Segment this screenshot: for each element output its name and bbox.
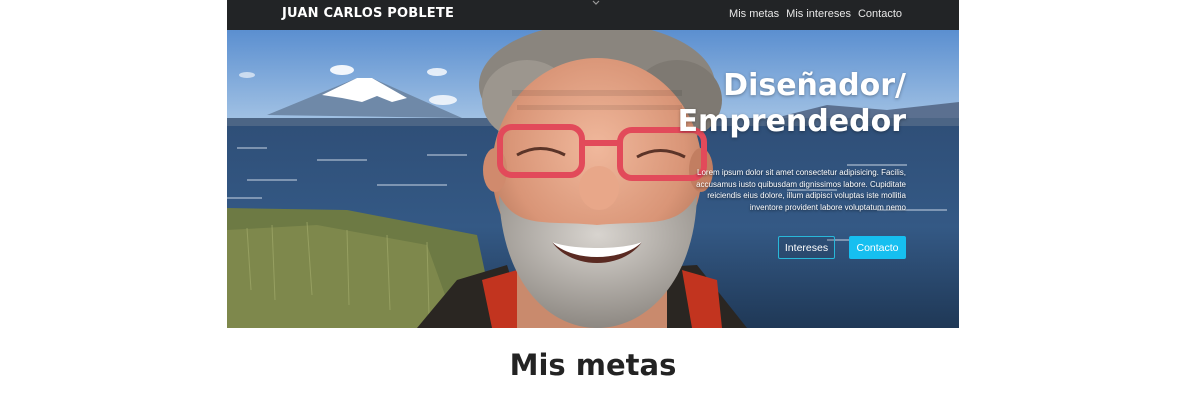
intereses-button[interactable]: Intereses xyxy=(778,236,835,259)
nav-link-mis-metas[interactable]: Mis metas xyxy=(729,8,779,20)
chevron-down-icon[interactable] xyxy=(591,0,601,6)
section-title: Mis metas xyxy=(509,348,677,382)
contacto-button[interactable]: Contacto xyxy=(849,236,906,259)
nav-link-contacto[interactable]: Contacto xyxy=(858,8,902,20)
navbar: JUAN CARLOS POBLETE Mis metas Mis intere… xyxy=(227,0,959,30)
nav-link-mis-intereses[interactable]: Mis intereses xyxy=(786,8,851,20)
hero-banner: Diseñador/ Emprendedor Lorem ipsum dolor… xyxy=(227,30,959,328)
hero-description: Lorem ipsum dolor sit amet consectetur a… xyxy=(696,168,906,212)
hero-title-line2: Emprendedor xyxy=(677,104,906,139)
hero-title-line1: Diseñador/ xyxy=(723,68,906,103)
page: JUAN CARLOS POBLETE Mis metas Mis intere… xyxy=(0,0,1200,400)
site-container: JUAN CARLOS POBLETE Mis metas Mis intere… xyxy=(227,0,959,400)
hero-heading: Diseñador/ Emprendedor xyxy=(678,68,906,140)
brand-link[interactable]: JUAN CARLOS POBLETE xyxy=(282,6,454,21)
nav-links: Mis metas Mis intereses Contacto xyxy=(729,8,902,20)
